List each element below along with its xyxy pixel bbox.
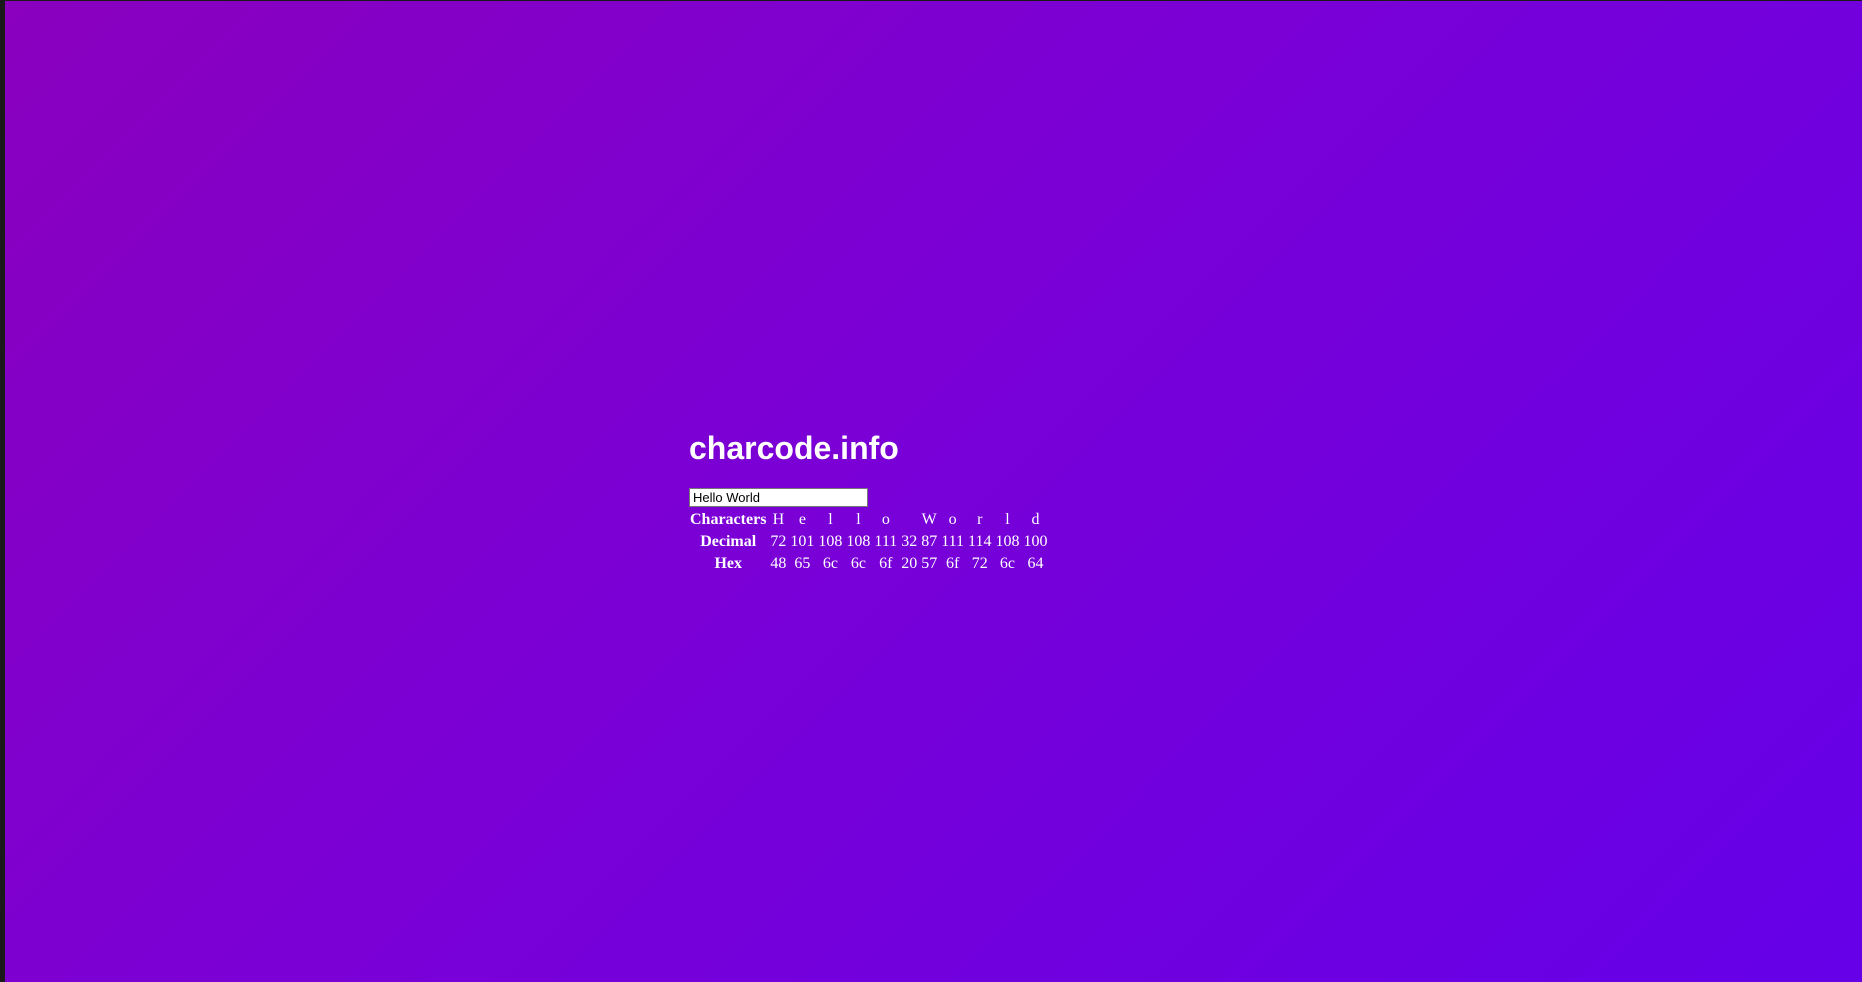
decimal-cell: 101 [790,533,815,550]
character-cell: r [977,511,983,528]
hex-cell: 20 [901,555,918,572]
site-title: charcode.info [689,430,899,466]
character-cell: l [856,511,861,528]
characters-row: Characters H e l l o W o r l d [689,510,1048,530]
decimal-cell: 32 [901,533,918,550]
decimal-cell: 72 [770,533,787,550]
decimal-row-label: Decimal [700,533,757,550]
hex-cell: 57 [921,555,938,572]
characters-row-label: Characters [690,511,767,528]
hex-cell: 64 [1027,555,1044,572]
character-cell: H [772,511,785,528]
charcode-table: Characters H e l l o W o r l d Decimal 7… [687,508,1050,576]
character-cell: d [1031,511,1040,528]
decimal-cell: 111 [874,533,898,550]
hex-row-label: Hex [714,555,742,572]
decimal-cell: 108 [846,533,871,550]
hex-cell: 6c [999,555,1015,572]
character-cell: o [881,511,890,528]
decimal-cell: 108 [818,533,843,550]
hex-cell: 6f [879,555,893,572]
decimal-cell: 111 [941,533,965,550]
hex-cell: 6c [850,555,866,572]
decimal-cell: 114 [968,533,992,550]
hex-cell: 6c [822,555,838,572]
decimal-cell: 100 [1023,533,1048,550]
character-cell: l [1005,511,1010,528]
hex-cell: 72 [971,555,988,572]
decimal-cell: 108 [995,533,1020,550]
hex-cell: 6f [945,555,960,572]
text-input[interactable] [689,488,868,507]
character-cell: o [948,511,957,528]
hex-cell: 65 [794,555,811,572]
decimal-cell: 87 [921,533,938,550]
character-cell: W [921,511,937,528]
hex-cell: 48 [770,555,787,572]
decimal-row: Decimal 72 101 108 108 111 32 87 111 114… [689,532,1048,552]
hex-row: Hex 48 65 6c 6c 6f 20 57 6f 72 6c 64 [689,554,1048,574]
main-content: charcode.info Characters H e l l o W o r… [689,427,1050,576]
character-cell [900,510,918,530]
character-cell: e [798,511,806,528]
page-background: charcode.info Characters H e l l o W o r… [5,1,1862,982]
character-cell: l [828,511,833,528]
